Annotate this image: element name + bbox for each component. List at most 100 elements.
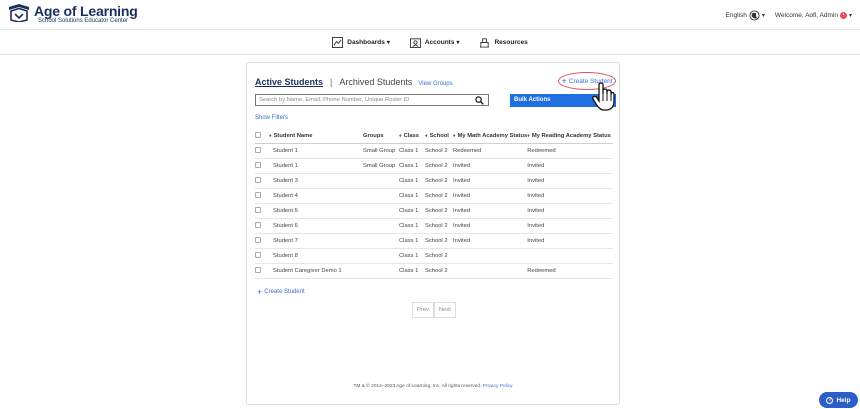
tab-active-students[interactable]: Active Students: [255, 77, 323, 87]
row-checkbox[interactable]: [255, 206, 261, 213]
table-row[interactable]: Student 4 Class 1 School 2 Invited Invited: [255, 188, 613, 204]
students-card: Active Students | Archived Students View…: [246, 62, 620, 405]
row-select-cell: [255, 263, 269, 279]
table-cell: Redeemed: [527, 263, 613, 279]
table-cell: Redeemed: [453, 143, 528, 159]
nav-resources-label: Resources: [494, 39, 528, 46]
row-select-cell: [255, 218, 269, 234]
table-cell: Class 1: [399, 218, 425, 234]
student-name-cell[interactable]: Student 1: [269, 158, 363, 174]
logo-title: Age of Learning: [34, 3, 138, 19]
table-row[interactable]: Student 3 Class 1 School 2 Invited Invited: [255, 173, 613, 189]
pointer-hand-icon: [592, 82, 615, 111]
user-menu[interactable]: Welcome, Aofl, Admin • ▾: [775, 12, 852, 19]
help-button[interactable]: ? Help: [819, 392, 858, 408]
view-groups-link[interactable]: View Groups: [418, 81, 452, 87]
table-row[interactable]: Student Caregiver Demo 1 Class 1 School 2 R…: [255, 263, 613, 279]
language-selector[interactable]: English ▾: [726, 10, 765, 21]
student-name-cell[interactable]: Student 6: [269, 218, 363, 234]
chevron-down-icon: ▾: [456, 40, 460, 46]
nav-dashboards[interactable]: Dashboards ▾: [332, 37, 390, 48]
header-class[interactable]: ♦ Class: [399, 129, 425, 144]
row-checkbox[interactable]: [255, 191, 261, 198]
prev-button[interactable]: Prev: [412, 302, 434, 318]
table-cell: Small Group: [363, 158, 399, 174]
privacy-policy-link[interactable]: Privacy Policy: [483, 384, 513, 389]
chevron-down-icon: ▾: [848, 13, 852, 19]
row-checkbox[interactable]: [255, 176, 261, 183]
table-cell: Class 1: [399, 143, 425, 159]
table-row[interactable]: Student 1 Small Group Class 1 School 2 Invit…: [255, 158, 613, 174]
table-cell: School 2: [425, 203, 453, 219]
search-input[interactable]: [256, 97, 475, 103]
next-button[interactable]: Next: [433, 302, 456, 318]
row-select-cell: [255, 188, 269, 204]
student-name-cell[interactable]: Student 4: [269, 188, 363, 204]
row-checkbox[interactable]: [255, 266, 261, 273]
table-row[interactable]: Student 6 Class 1 School 2 Invited Invited: [255, 218, 613, 234]
table-cell: Invited: [527, 233, 613, 249]
row-checkbox[interactable]: [255, 236, 261, 243]
table-cell: School 2: [425, 143, 453, 159]
help-icon: ?: [826, 396, 834, 404]
table-cell: Invited: [453, 218, 528, 234]
avatar: •: [839, 12, 847, 19]
nav-accounts[interactable]: Accounts ▾: [409, 37, 460, 48]
row-select-cell: [255, 248, 269, 264]
show-filters-link[interactable]: Show Filters: [255, 115, 288, 121]
table-cell: Invited: [453, 188, 528, 204]
row-select-cell: [255, 203, 269, 219]
table-row[interactable]: Student 5 Class 1 School 2 Invited Invited: [255, 203, 613, 219]
table-row[interactable]: Student 7 Class 1 School 2 Invited Invited: [255, 233, 613, 249]
help-label: Help: [836, 396, 851, 404]
resources-icon: [480, 38, 490, 48]
row-checkbox[interactable]: [255, 221, 261, 228]
language-label: English: [725, 12, 747, 19]
table-cell: School 2: [425, 188, 453, 204]
header-label: Student Name: [273, 132, 313, 139]
table-cell: [453, 263, 528, 279]
search-icon[interactable]: [475, 95, 484, 105]
row-checkbox[interactable]: [255, 161, 261, 168]
tab-archived-students[interactable]: Archived Students: [339, 77, 412, 87]
header-label: My Math Academy Status: [457, 132, 528, 139]
nav-accounts-label: Accounts: [424, 39, 455, 46]
row-checkbox[interactable]: [255, 251, 261, 258]
header-reading-status[interactable]: ♦ My Reading Academy Status: [527, 129, 613, 144]
student-name-cell[interactable]: Student 8: [269, 248, 363, 264]
main-nav: Dashboards ▾ Accounts ▾ Resources: [0, 31, 860, 55]
table-cell: Small Group: [363, 143, 399, 159]
search-box: [255, 94, 489, 106]
table-row[interactable]: Student 1 Small Group Class 1 School 2 Redee…: [255, 143, 613, 159]
chart-icon: [332, 37, 344, 48]
header-math-status[interactable]: ♦ My Math Academy Status: [453, 129, 528, 144]
student-name-cell[interactable]: Student 3: [269, 173, 363, 189]
row-select-cell: [255, 233, 269, 249]
row-checkbox[interactable]: [255, 146, 261, 153]
table-cell: [527, 248, 613, 264]
header-student-name[interactable]: ♦ Student Name: [269, 129, 363, 144]
table-cell: Redeemed: [527, 143, 613, 159]
student-name-cell[interactable]: Student 1: [269, 143, 363, 159]
table-cell: School 2: [425, 218, 453, 234]
pagination: Prev Next: [412, 302, 456, 318]
student-name-cell[interactable]: Student 5: [269, 203, 363, 219]
table-header-row: ♦ Student Name Groups ♦ Class ♦ School ♦ My …: [255, 129, 613, 144]
table-cell: Invited: [527, 173, 613, 189]
table-cell: Invited: [527, 218, 613, 234]
nav-resources[interactable]: Resources: [479, 37, 528, 48]
create-student-link[interactable]: + Create Student: [257, 287, 305, 297]
student-name-cell[interactable]: Student 7: [269, 233, 363, 249]
table-cell: Class 1: [399, 233, 425, 249]
student-name-cell[interactable]: Student Caregiver Demo 1: [269, 263, 363, 279]
header-school[interactable]: ♦ School: [425, 129, 453, 144]
logo-icon: [9, 4, 29, 22]
table-row[interactable]: Student 8 Class 1 School 2: [255, 248, 613, 264]
select-all-checkbox[interactable]: [255, 131, 261, 138]
table-cell: School 2: [425, 263, 453, 279]
sort-icon: ♦: [269, 132, 272, 139]
header-label: Class: [403, 132, 420, 139]
logo[interactable]: Age of Learning School Solutions Educato…: [8, 4, 138, 25]
sort-icon: ♦: [399, 132, 402, 139]
students-table: ♦ Student Name Groups ♦ Class ♦ School ♦ My …: [255, 129, 613, 279]
